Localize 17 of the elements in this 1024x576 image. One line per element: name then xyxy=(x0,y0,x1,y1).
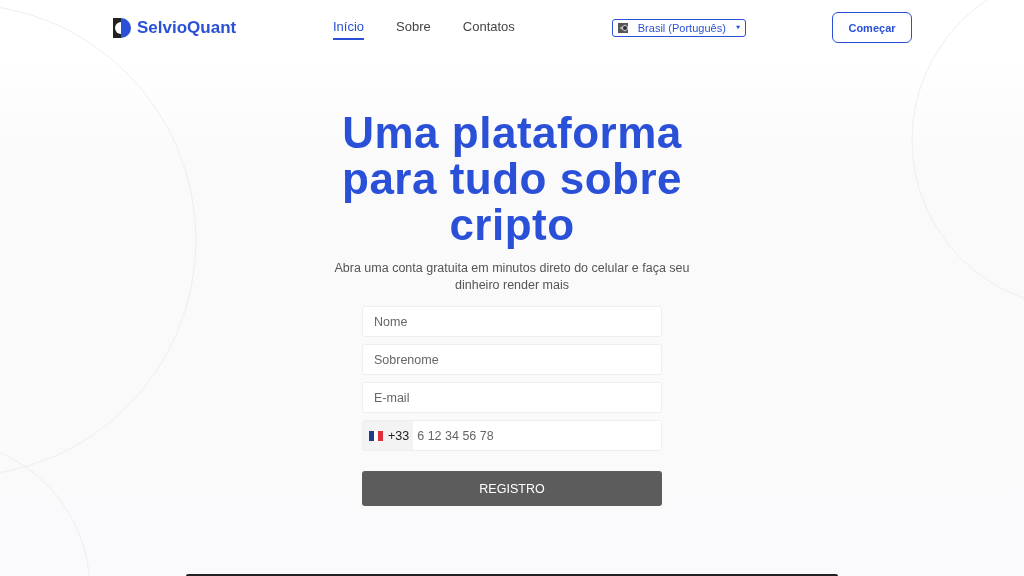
nav-tab[interactable]: Contatos xyxy=(462,15,515,40)
phone-field[interactable]: +33 6 12 34 56 78 xyxy=(362,420,662,451)
start-button[interactable]: Começar xyxy=(832,12,912,43)
hero-title: Uma plataforma para tudo sobre cripto xyxy=(341,110,683,248)
brand-name: SelvioQuant xyxy=(137,17,237,38)
input-field[interactable]: E-mail xyxy=(362,382,662,413)
input-field[interactable]: Nome xyxy=(362,306,662,337)
nav-tab[interactable]: Início xyxy=(333,15,365,40)
nav-tab[interactable]: Sobre xyxy=(396,15,431,40)
register-button[interactable]: REGISTRO xyxy=(362,471,662,506)
hero-subtitle: Abra uma conta gratuita em minutos direto do celular e faça seu dinheiro render mais xyxy=(333,260,691,294)
flag-icon xyxy=(369,430,383,441)
caret-icon xyxy=(735,25,740,30)
flag-icon xyxy=(618,22,628,33)
logo-icon xyxy=(113,17,131,38)
language-select[interactable]: Brasil (Português) xyxy=(612,18,746,37)
input-field[interactable]: Sobrenome xyxy=(362,344,662,375)
